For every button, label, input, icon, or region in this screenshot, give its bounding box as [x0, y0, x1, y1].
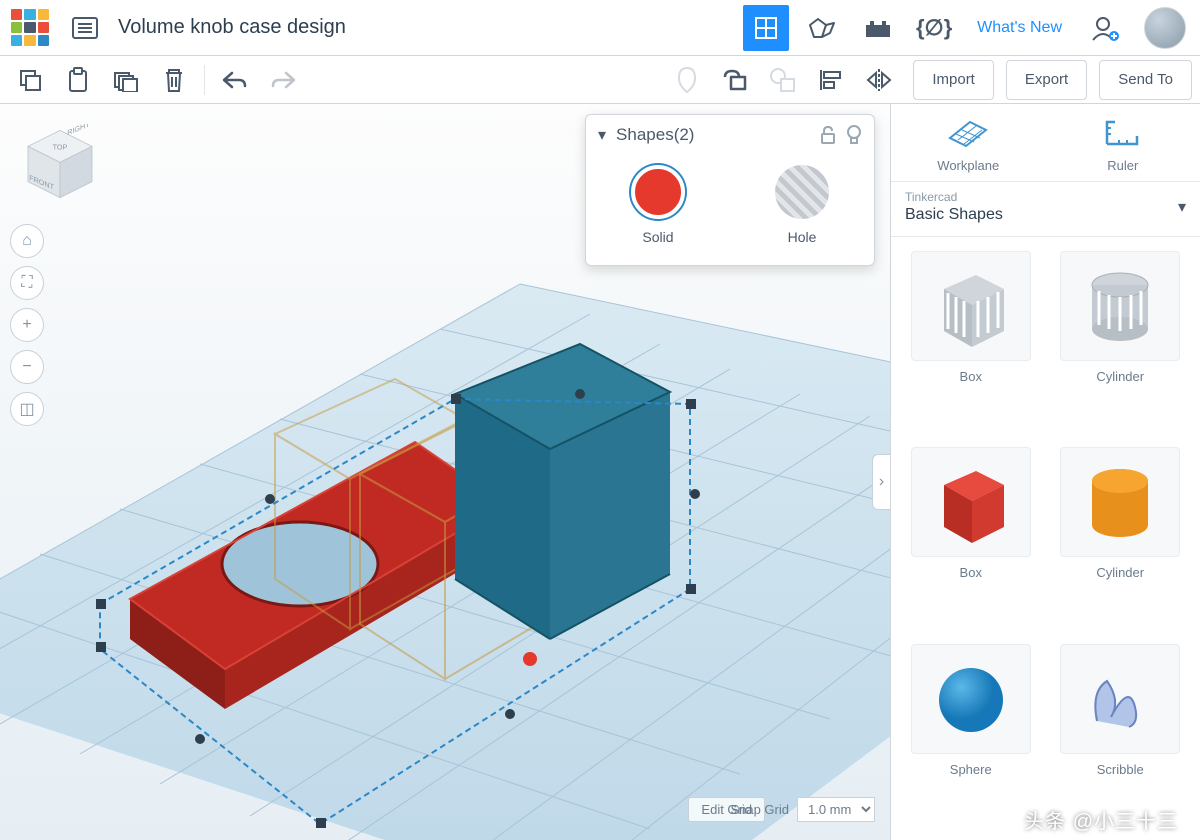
shape-label: Box — [960, 565, 982, 580]
duplicate-icon[interactable] — [104, 60, 148, 100]
app-header: {∅} What's New — [0, 0, 1200, 56]
shape-label: Sphere — [950, 762, 992, 777]
zoom-out-icon[interactable]: − — [10, 350, 44, 384]
provider-label: Tinkercad — [905, 190, 1178, 204]
send-to-button[interactable]: Send To — [1099, 60, 1192, 100]
chevron-down-icon: ▾ — [1178, 197, 1186, 217]
zoom-in-icon[interactable]: + — [10, 308, 44, 342]
snap-grid-select[interactable]: 1.0 mm — [797, 797, 875, 822]
copy-icon[interactable] — [8, 60, 52, 100]
invite-user-icon[interactable] — [1082, 5, 1128, 51]
solid-label: Solid — [642, 229, 673, 245]
paste-icon[interactable] — [56, 60, 100, 100]
category-selector[interactable]: Tinkercad Basic Shapes ▾ — [891, 182, 1200, 237]
canvas[interactable]: TOP FRONT RIGHT ⌂ ⛶ + − ◫ ▾ Shapes(2) — [0, 104, 890, 840]
tinkercad-logo[interactable] — [8, 6, 52, 50]
hole-option[interactable]: Hole — [730, 165, 874, 245]
shape-cylinder-orange[interactable]: Cylinder — [1051, 447, 1191, 629]
shape-box-red[interactable]: Box — [901, 447, 1041, 629]
ruler-tool[interactable]: Ruler — [1046, 104, 1200, 181]
snap-grid-control: Snap Grid 1.0 mm — [730, 797, 875, 822]
whats-new-link[interactable]: What's New — [967, 19, 1072, 37]
align-icon[interactable] — [809, 60, 853, 100]
shape-inspector: ▾ Shapes(2) Solid Hole — [585, 114, 875, 266]
lightbulb-icon[interactable] — [846, 125, 862, 145]
mode-3d-icon[interactable] — [743, 5, 789, 51]
shapes-panel: Workplane Ruler Tinkercad Basic Shapes ▾… — [890, 104, 1200, 840]
delete-icon[interactable] — [152, 60, 196, 100]
shape-library: Box Cylinder Box Cylinder Sphere Scribbl… — [891, 237, 1200, 840]
solid-option[interactable]: Solid — [586, 165, 730, 245]
ortho-toggle-icon[interactable]: ◫ — [10, 392, 44, 426]
unlock-icon[interactable] — [820, 126, 836, 144]
shape-label: Box — [960, 369, 982, 384]
shape-label: Cylinder — [1096, 369, 1144, 384]
export-button[interactable]: Export — [1006, 60, 1087, 100]
group-icon[interactable] — [713, 60, 757, 100]
redo-icon — [261, 60, 305, 100]
shape-cylinder-hole[interactable]: Cylinder — [1051, 251, 1191, 433]
undo-icon[interactable] — [213, 60, 257, 100]
workplane-label: Workplane — [937, 158, 999, 173]
viewcube[interactable]: TOP FRONT RIGHT — [20, 124, 100, 204]
mode-bricks-icon[interactable] — [855, 5, 901, 51]
svg-text:RIGHT: RIGHT — [67, 124, 90, 137]
mode-code-icon[interactable]: {∅} — [911, 5, 957, 51]
import-button[interactable]: Import — [913, 60, 994, 100]
hole-label: Hole — [788, 229, 817, 245]
ungroup-icon — [761, 60, 805, 100]
project-title-input[interactable] — [118, 16, 438, 39]
home-view-icon[interactable]: ⌂ — [10, 224, 44, 258]
chevron-down-icon[interactable]: ▾ — [598, 125, 606, 145]
shape-box-hole[interactable]: Box — [901, 251, 1041, 433]
shape-label: Cylinder — [1096, 565, 1144, 580]
visibility-icon[interactable] — [665, 60, 709, 100]
main-area: TOP FRONT RIGHT ⌂ ⛶ + − ◫ ▾ Shapes(2) — [0, 104, 1200, 840]
workplane-tool[interactable]: Workplane — [891, 104, 1046, 181]
shape-scribble[interactable]: Scribble — [1051, 644, 1191, 826]
nav-controls: ⌂ ⛶ + − ◫ — [10, 224, 44, 426]
mirror-icon[interactable] — [857, 60, 901, 100]
design-list-icon[interactable] — [62, 5, 108, 51]
ruler-label: Ruler — [1107, 158, 1138, 173]
toolbar: Import Export Send To — [0, 56, 1200, 104]
pivot-dot — [523, 652, 537, 666]
inspector-title: Shapes(2) — [616, 125, 810, 145]
snap-grid-label: Snap Grid — [730, 802, 789, 817]
shape-sphere[interactable]: Sphere — [901, 644, 1041, 826]
user-avatar[interactable] — [1144, 7, 1186, 49]
panel-collapse-icon[interactable]: › — [872, 454, 890, 510]
svg-text:TOP: TOP — [53, 143, 68, 152]
mode-blocks-icon[interactable] — [799, 5, 845, 51]
category-label: Basic Shapes — [905, 206, 1178, 224]
shape-label: Scribble — [1097, 762, 1144, 777]
fit-view-icon[interactable]: ⛶ — [10, 266, 44, 300]
